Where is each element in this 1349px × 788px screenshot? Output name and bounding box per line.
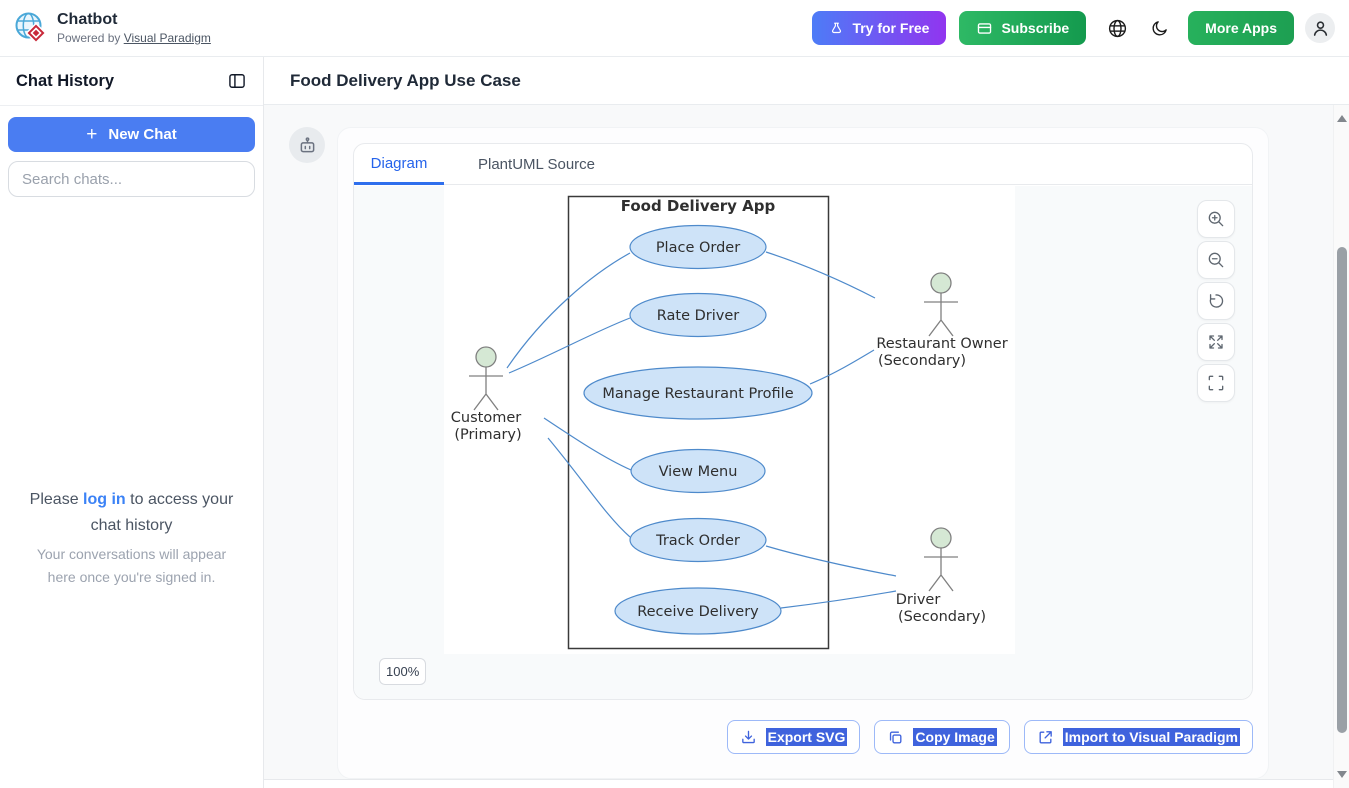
actor-role: (Secondary) <box>898 609 986 625</box>
diagram-panel: Diagram PlantUML Source Food Delivery Ap… <box>353 143 1253 700</box>
actor-role: (Secondary) <box>878 353 966 369</box>
try-for-free-button[interactable]: Try for Free <box>812 11 946 45</box>
external-link-icon <box>1037 729 1054 746</box>
actor-restaurant-owner: Restaurant Owner (Secondary) <box>876 273 1007 369</box>
zoom-level-badge: 100% <box>379 658 426 685</box>
page-scrollbar[interactable] <box>1333 105 1349 788</box>
tab-plantuml-source[interactable]: PlantUML Source <box>462 144 611 185</box>
more-apps-label: More Apps <box>1205 20 1277 36</box>
usecase-label: Manage Restaurant Profile <box>602 386 793 402</box>
usecase-label: View Menu <box>659 464 738 480</box>
more-apps-button[interactable]: More Apps <box>1188 11 1294 45</box>
usecase-diagram: Food Delivery App <box>444 186 1015 654</box>
language-globe-button[interactable] <box>1107 18 1128 39</box>
plus-icon: + <box>86 124 97 146</box>
zoom-out-icon <box>1206 250 1226 270</box>
import-label: Import to Visual Paradigm <box>1063 728 1240 746</box>
zoom-in-icon <box>1206 209 1226 229</box>
export-svg-label: Export SVG <box>766 728 848 746</box>
chat-history-sidebar: Chat History + New Chat Please log in to… <box>0 57 264 788</box>
zoom-out-button[interactable] <box>1197 241 1235 279</box>
scroll-up-arrow[interactable] <box>1337 115 1347 122</box>
system-boundary-title: Food Delivery App <box>621 197 776 215</box>
page-title-bar: Food Delivery App Use Case <box>264 57 1349 105</box>
actor-name: Customer <box>451 410 521 426</box>
search-chats-input[interactable] <box>8 161 255 197</box>
diagram-viewport[interactable]: Food Delivery App <box>354 186 1252 699</box>
copy-image-label: Copy Image <box>913 728 996 746</box>
copy-icon <box>887 729 904 746</box>
reset-rotate-icon <box>1206 291 1226 311</box>
visual-paradigm-link[interactable]: Visual Paradigm <box>124 31 211 45</box>
app-logo-icon <box>14 11 48 45</box>
login-hint: Your conversations will appear here once… <box>28 543 236 589</box>
usecase-label: Track Order <box>655 533 740 549</box>
zoom-in-button[interactable] <box>1197 200 1235 238</box>
expand-button[interactable] <box>1197 323 1235 361</box>
collapse-sidebar-button[interactable] <box>227 71 247 91</box>
zoom-controls <box>1197 200 1235 402</box>
actor-role: (Primary) <box>454 427 521 443</box>
usecase-label: Receive Delivery <box>637 604 759 620</box>
usecase-diagram-svg: Food Delivery App <box>444 186 1015 654</box>
login-prompt-block: Please log in to access your chat histor… <box>0 487 263 589</box>
flask-icon <box>829 20 844 37</box>
actor-driver: Driver (Secondary) <box>896 528 986 625</box>
actor-name: Driver <box>896 592 941 608</box>
chat-message-card: Diagram PlantUML Source Food Delivery Ap… <box>337 127 1269 779</box>
user-avatar-button[interactable] <box>1305 13 1335 43</box>
page-title: Food Delivery App Use Case <box>290 71 521 91</box>
reset-view-button[interactable] <box>1197 282 1235 320</box>
export-svg-button[interactable]: Export SVG <box>727 720 861 754</box>
expand-arrows-icon <box>1206 332 1226 352</box>
user-icon <box>1310 18 1331 39</box>
try-for-free-label: Try for Free <box>852 20 929 36</box>
viewer-tabs: Diagram PlantUML Source <box>354 144 1252 185</box>
login-prompt: Please log in to access your chat histor… <box>21 487 243 538</box>
usecase-label: Rate Driver <box>657 308 740 324</box>
globe-icon <box>1107 18 1128 39</box>
diagram-actions: Export SVG Copy Image Import to Visual P… <box>727 720 1253 754</box>
credit-card-icon <box>976 20 993 37</box>
moon-icon <box>1151 19 1169 37</box>
robot-icon <box>297 135 318 156</box>
new-chat-label: New Chat <box>108 126 176 143</box>
bottom-divider <box>264 779 1349 788</box>
sidebar-title: Chat History <box>16 72 114 91</box>
tab-diagram[interactable]: Diagram <box>354 144 444 185</box>
log-in-link[interactable]: log in <box>83 491 126 508</box>
dark-mode-toggle[interactable] <box>1151 19 1169 37</box>
subscribe-label: Subscribe <box>1001 20 1069 36</box>
app-title: Chatbot <box>57 11 211 29</box>
scroll-down-arrow[interactable] <box>1337 771 1347 778</box>
powered-by: Powered by Visual Paradigm <box>57 31 211 45</box>
app-window: Chatbot Powered by Visual Paradigm Try f… <box>0 0 1349 788</box>
panel-toggle-icon <box>227 71 247 91</box>
import-to-visual-paradigm-button[interactable]: Import to Visual Paradigm <box>1024 720 1253 754</box>
header-actions: Try for Free Subscribe More Ap <box>812 11 1335 45</box>
bot-avatar <box>289 127 325 163</box>
fullscreen-brackets-icon <box>1206 373 1226 393</box>
powered-by-prefix: Powered by <box>57 31 124 45</box>
top-header: Chatbot Powered by Visual Paradigm Try f… <box>0 0 1349 57</box>
actor-name: Restaurant Owner <box>876 336 1007 352</box>
app-title-block: Chatbot Powered by Visual Paradigm <box>57 11 211 44</box>
scrollbar-thumb[interactable] <box>1337 247 1347 733</box>
copy-image-button[interactable]: Copy Image <box>874 720 1009 754</box>
sidebar-header: Chat History <box>0 57 263 106</box>
fullscreen-button[interactable] <box>1197 364 1235 402</box>
login-prompt-pre: Please <box>30 491 83 508</box>
main-content: Diagram PlantUML Source Food Delivery Ap… <box>264 105 1349 788</box>
usecase-label: Place Order <box>656 240 740 256</box>
subscribe-button[interactable]: Subscribe <box>959 11 1086 45</box>
download-icon <box>740 729 757 746</box>
new-chat-button[interactable]: + New Chat <box>8 117 255 152</box>
